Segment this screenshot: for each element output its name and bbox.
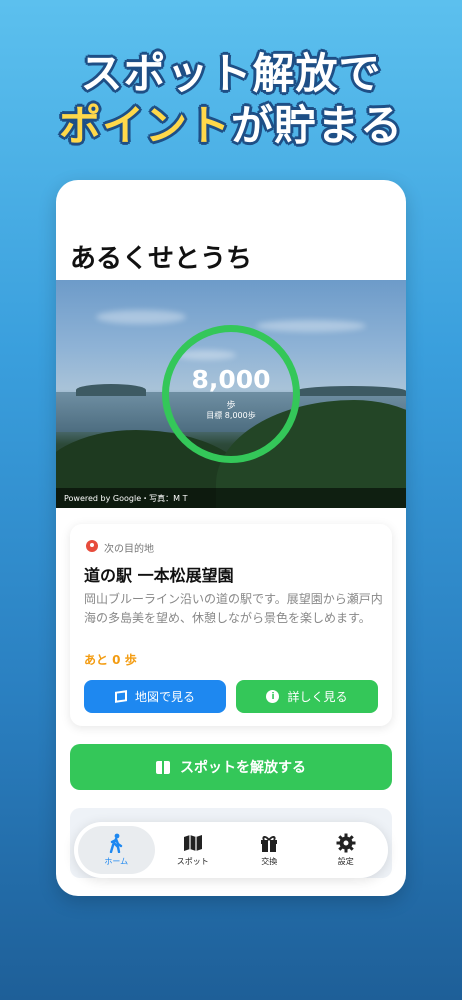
gear-icon	[335, 833, 357, 853]
destination-description: 岡山ブルーライン沿いの道の駅です。展望園から瀬戸内海の多島美を望め、休憩しながら…	[84, 592, 383, 625]
tab-home-label: ホーム	[104, 857, 129, 866]
tab-settings[interactable]: 設定	[308, 826, 385, 874]
island	[76, 384, 146, 396]
gift-icon	[258, 833, 280, 853]
tab-exchange[interactable]: 交換	[231, 826, 308, 874]
destination-name: 道の駅 一本松展望園	[84, 566, 234, 585]
island	[296, 386, 406, 396]
headline-accent: ポイント	[58, 101, 231, 150]
remaining-steps: あと 0 歩	[84, 653, 137, 667]
unlock-spot-label: スポットを解放する	[180, 760, 306, 776]
tab-home[interactable]: ホーム	[78, 826, 155, 874]
photo-credit: Powered by Google・写真：M T	[56, 488, 406, 508]
next-destination-label: 次の目的地	[104, 544, 154, 555]
tab-spots[interactable]: スポット	[155, 826, 232, 874]
cloud	[96, 310, 186, 324]
headline-line2: ポイントが貯まる	[0, 100, 462, 152]
location-pin-icon	[86, 540, 98, 552]
walking-icon	[105, 833, 127, 853]
phone-screen: あるくせとうち 8,000 歩 目標 8,000歩 Powered by Goo…	[56, 180, 406, 896]
headline-line2-rest: が貯まる	[231, 101, 404, 150]
destination-card: 次の目的地 道の駅 一本松展望園 岡山ブルーライン沿いの道の駅です。展望園から瀬…	[70, 524, 392, 726]
map-icon	[114, 690, 127, 703]
app-title: あるくせとうち	[70, 244, 253, 274]
tab-exchange-label: 交換	[261, 857, 278, 866]
info-icon: i	[266, 690, 280, 703]
step-count: 8,000	[191, 365, 271, 394]
tab-settings-label: 設定	[337, 857, 354, 866]
bottom-tab-bar: ホーム スポット 交換 設定	[74, 822, 388, 878]
map-icon	[182, 833, 204, 853]
step-goal: 目標 8,000歩	[206, 411, 256, 420]
view-details-button[interactable]: i 詳しく見る	[236, 680, 378, 713]
cloud	[256, 320, 366, 332]
view-map-label: 地図で見る	[134, 690, 195, 704]
unlock-spot-button[interactable]: スポットを解放する	[70, 744, 392, 790]
step-progress-ring	[162, 325, 300, 463]
view-details-label: 詳しく見る	[287, 690, 348, 704]
gift-icon	[156, 760, 170, 774]
view-map-button[interactable]: 地図で見る	[84, 680, 226, 713]
promo-headline: スポット解放で ポイントが貯まる	[0, 48, 462, 152]
headline-line1: スポット解放で	[80, 49, 382, 98]
tab-spots-label: スポット	[176, 857, 209, 866]
